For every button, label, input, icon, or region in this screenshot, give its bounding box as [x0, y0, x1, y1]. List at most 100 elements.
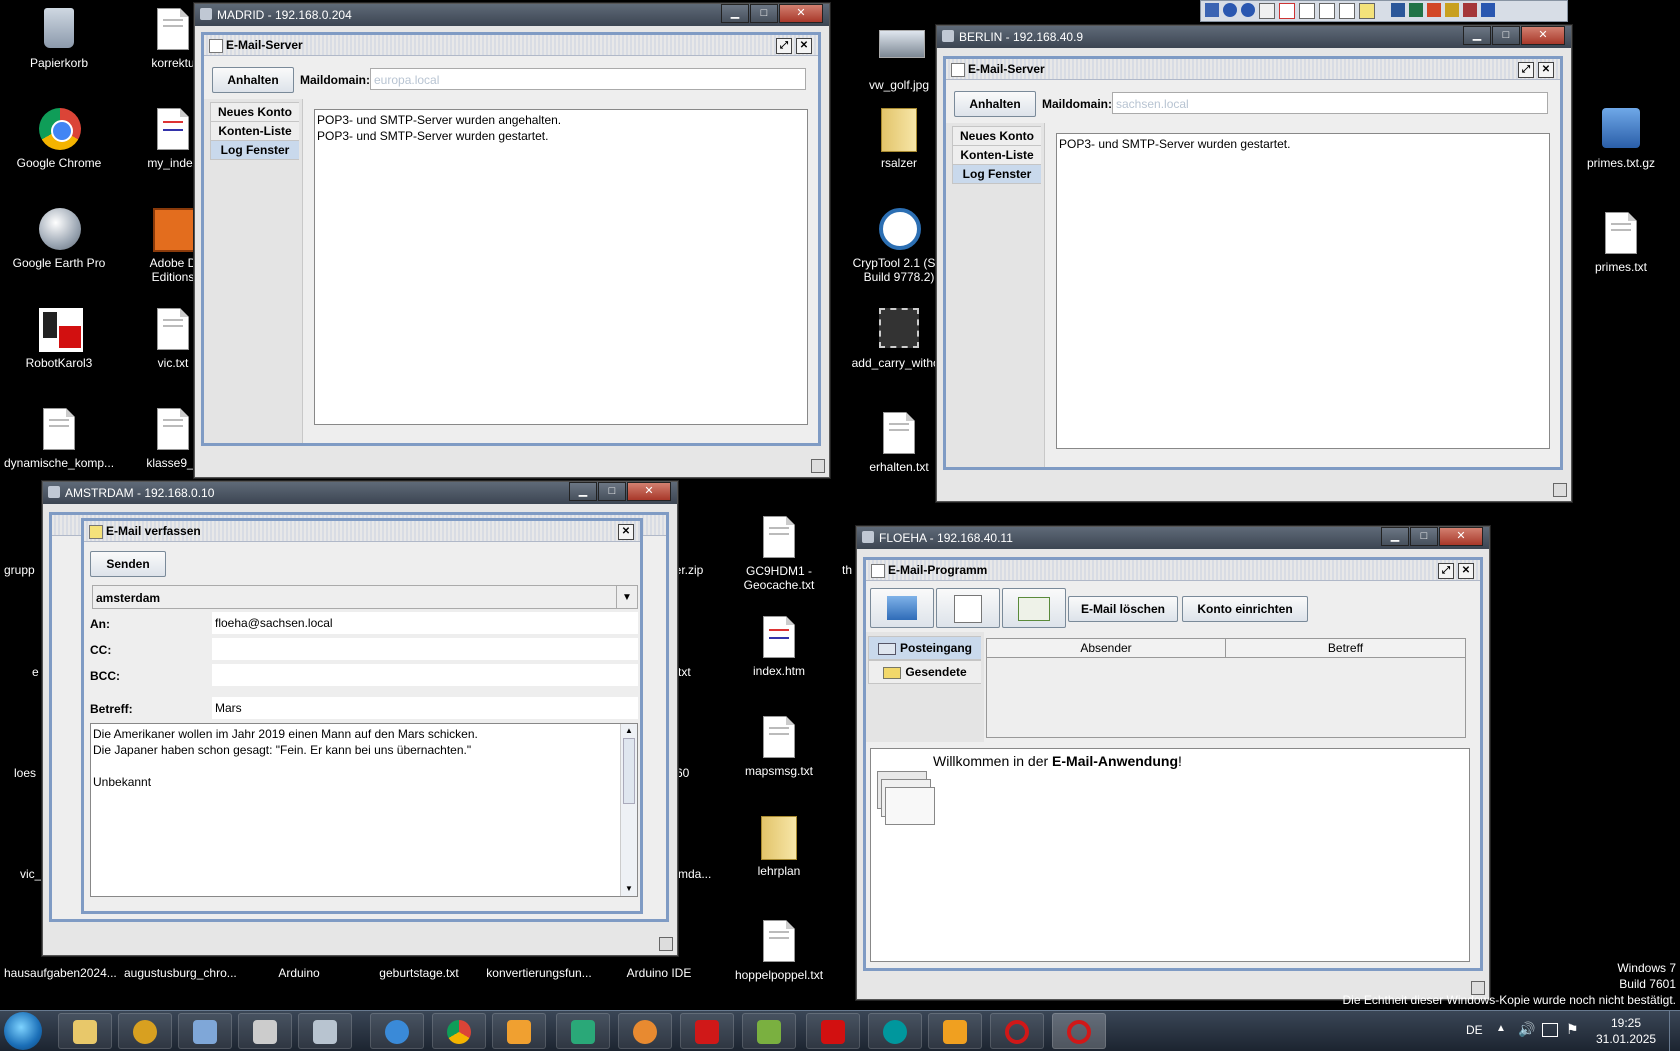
- restore-icon[interactable]: ⤢: [776, 38, 792, 54]
- desktop-icon-chrome[interactable]: Google Chrome: [4, 108, 114, 170]
- tab-gesendete[interactable]: Gesendete: [868, 660, 981, 684]
- account-setup-button[interactable]: Konto einrichten: [1182, 596, 1308, 622]
- help-icon[interactable]: [1241, 3, 1255, 17]
- mail-icon[interactable]: [1259, 3, 1275, 19]
- tab-posteingang[interactable]: Posteingang: [868, 636, 981, 660]
- berlin-titlebar[interactable]: BERLIN - 192.168.40.9 ▁ □ ✕: [937, 26, 1571, 48]
- contacts-icon[interactable]: [1319, 3, 1335, 19]
- stop-server-button[interactable]: Anhalten: [212, 67, 294, 93]
- subject-field[interactable]: Mars: [212, 697, 638, 719]
- close-icon[interactable]: ✕: [1538, 62, 1554, 78]
- taskbar-app[interactable]: [238, 1013, 292, 1049]
- calendar-icon[interactable]: [1279, 3, 1295, 19]
- desktop-icon-primes[interactable]: primes.txt: [1566, 212, 1676, 274]
- tray-expand-icon[interactable]: ▲: [1496, 1023, 1506, 1034]
- desktop-icon-mapsmsg[interactable]: mapsmsg.txt: [724, 716, 834, 778]
- app-icon[interactable]: [1481, 3, 1495, 17]
- volume-icon[interactable]: 🔊: [1518, 1021, 1535, 1038]
- desktop-icon-primes-gz[interactable]: primes.txt.gz: [1566, 108, 1676, 170]
- resize-grip[interactable]: [659, 937, 673, 951]
- scrollbar[interactable]: ▲ ▼: [620, 724, 637, 896]
- network-icon[interactable]: [1542, 1023, 1558, 1037]
- chevron-down-icon[interactable]: ▼: [616, 586, 637, 608]
- desktop-icon-gc9hdm1[interactable]: GC9HDM1 - Geocache.txt: [724, 516, 834, 592]
- app-icon[interactable]: [1445, 3, 1459, 17]
- taskbar-arduino[interactable]: [868, 1013, 922, 1049]
- desktop-icon-label[interactable]: e: [32, 665, 39, 679]
- close-icon[interactable]: ✕: [796, 38, 812, 54]
- desktop-icon-lehrplan[interactable]: lehrplan: [724, 816, 834, 878]
- restore-icon[interactable]: ⤢: [1438, 563, 1454, 579]
- word-icon[interactable]: [1391, 3, 1405, 17]
- madrid-window[interactable]: MADRID - 192.168.0.204 ▁ □ ✕ E-Mail-Serv…: [194, 3, 830, 478]
- desktop-icon-label[interactable]: loes: [14, 766, 36, 780]
- close-icon[interactable]: ✕: [1458, 563, 1474, 579]
- maximize-button[interactable]: □: [750, 4, 778, 23]
- taskbar-app[interactable]: [928, 1013, 982, 1049]
- desktop-icon-augustusburg[interactable]: augustusburg_chro...: [124, 966, 237, 980]
- desktop-icon-label[interactable]: mda...: [678, 867, 711, 881]
- close-icon[interactable]: ✕: [618, 524, 634, 540]
- amsterdam-window[interactable]: AMSTRDAM - 192.168.0.10 ▁ □ ✕ E-Mail ver…: [42, 481, 678, 956]
- tab-log-fenster[interactable]: Log Fenster: [210, 140, 299, 160]
- scroll-thumb[interactable]: [623, 738, 635, 804]
- minimize-button[interactable]: ▁: [1463, 26, 1491, 45]
- close-button[interactable]: ✕: [1521, 26, 1565, 45]
- maildomain-field[interactable]: sachsen.local: [1112, 92, 1548, 114]
- maildomain-field[interactable]: europa.local: [370, 68, 806, 90]
- start-button[interactable]: [4, 1012, 42, 1050]
- desktop-icon-recycle-bin[interactable]: Papierkorb: [4, 8, 114, 70]
- tab-neues-konto[interactable]: Neues Konto: [210, 102, 299, 122]
- to-field[interactable]: floeha@sachsen.local: [212, 612, 638, 634]
- desktop-icon-arduino[interactable]: Arduino: [244, 966, 354, 980]
- taskbar-chrome[interactable]: [432, 1013, 486, 1049]
- column-header-subject[interactable]: Betreff: [1226, 639, 1465, 658]
- receive-mail-button[interactable]: [870, 588, 934, 628]
- desktop-icon-hausaufgaben[interactable]: hausaufgaben2024...: [4, 966, 117, 980]
- desktop-icon-arduino-ide[interactable]: Arduino IDE: [604, 966, 714, 980]
- toolbar-button-icon[interactable]: [1205, 3, 1219, 17]
- maximize-button[interactable]: □: [1410, 527, 1438, 546]
- mail-table[interactable]: Absender Betreff: [986, 638, 1466, 738]
- note-icon[interactable]: [1359, 3, 1375, 19]
- desktop-icon-label[interactable]: 60: [676, 766, 689, 780]
- tab-log-fenster[interactable]: Log Fenster: [952, 164, 1041, 184]
- desktop-icon-index-htm[interactable]: index.htm: [724, 616, 834, 678]
- scroll-down-icon[interactable]: ▼: [621, 882, 637, 896]
- reply-mail-button[interactable]: [1002, 588, 1066, 628]
- taskbar-globe[interactable]: [370, 1013, 424, 1049]
- resize-grip[interactable]: [1553, 483, 1567, 497]
- desktop-icon-robotkarol[interactable]: RobotKarol3: [4, 308, 114, 370]
- compose-mail-button[interactable]: [936, 588, 1000, 628]
- delete-mail-button[interactable]: E-Mail löschen: [1068, 596, 1178, 622]
- desktop-icon-label[interactable]: th: [842, 563, 852, 577]
- close-button[interactable]: ✕: [1439, 527, 1483, 546]
- taskbar-settings-app[interactable]: [118, 1013, 172, 1049]
- scroll-up-icon[interactable]: ▲: [621, 724, 637, 738]
- taskbar-explorer[interactable]: [58, 1013, 112, 1049]
- close-button[interactable]: ✕: [627, 482, 671, 501]
- cc-field[interactable]: [212, 638, 638, 660]
- taskbar-media[interactable]: [492, 1013, 546, 1049]
- bcc-field[interactable]: [212, 664, 638, 686]
- show-desktop-button[interactable]: [1669, 1011, 1680, 1051]
- powerpoint-icon[interactable]: [1427, 3, 1441, 17]
- floeha-window[interactable]: FLOEHA - 192.168.40.11 ▁ □ ✕ E-Mail-Prog…: [856, 526, 1490, 1000]
- taskbar-app[interactable]: [680, 1013, 734, 1049]
- send-button[interactable]: Senden: [90, 551, 166, 577]
- excel-icon[interactable]: [1409, 3, 1423, 17]
- restore-icon[interactable]: ⤢: [1518, 62, 1534, 78]
- floeha-titlebar[interactable]: FLOEHA - 192.168.40.11 ▁ □ ✕: [857, 527, 1489, 549]
- berlin-window[interactable]: BERLIN - 192.168.40.9 ▁ □ ✕ E-Mail-Serve…: [936, 25, 1572, 502]
- desktop-icon-hoppelpoppel[interactable]: hoppelpoppel.txt: [724, 920, 834, 982]
- taskbar-app[interactable]: [556, 1013, 610, 1049]
- taskbar-robotkarol[interactable]: [806, 1013, 860, 1049]
- maximize-button[interactable]: □: [598, 482, 626, 501]
- log-textarea[interactable]: POP3- und SMTP-Server wurden gestartet.: [1056, 133, 1550, 449]
- tab-neues-konto[interactable]: Neues Konto: [952, 126, 1041, 146]
- desktop-icon-label[interactable]: vic_: [20, 867, 41, 881]
- taskbar-app[interactable]: [742, 1013, 796, 1049]
- taskbar-calculator[interactable]: [298, 1013, 352, 1049]
- language-indicator[interactable]: DE: [1466, 1023, 1483, 1037]
- desktop-icon-google-earth[interactable]: Google Earth Pro: [4, 208, 114, 270]
